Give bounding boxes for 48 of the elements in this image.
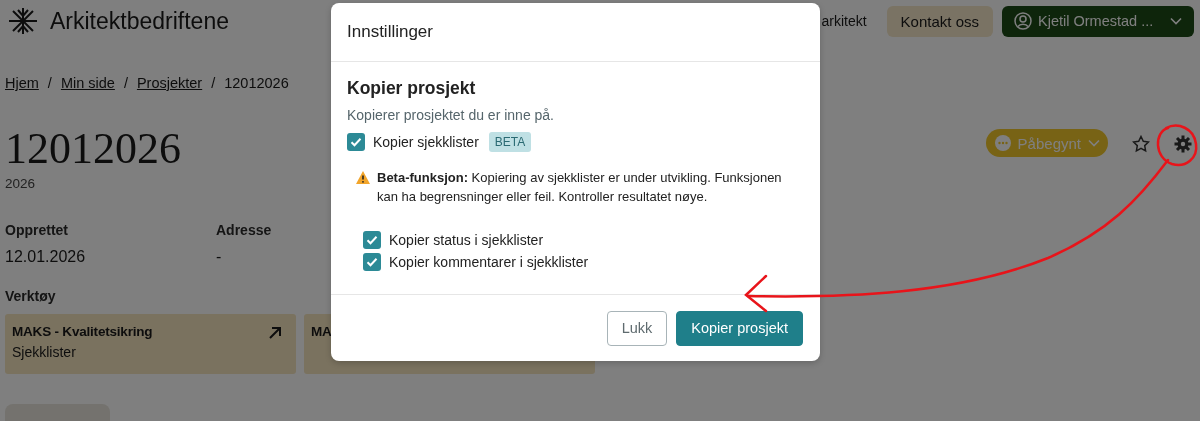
chevron-icon: [1170, 17, 1182, 25]
checkbox-label[interactable]: Kopier kommentarer i sjekklister: [389, 254, 589, 270]
contact-button[interactable]: Kontakt oss: [886, 5, 993, 37]
external-link-icon: [268, 326, 282, 340]
breadcrumb-separator: /: [211, 75, 216, 91]
star-icon: [1132, 135, 1150, 153]
section-description: Kopierer prosjektet du er inne på.: [347, 107, 555, 123]
card-title: MAKS - Kvalitetsikring: [12, 324, 153, 339]
breadcrumb-separator: /: [123, 75, 128, 91]
card-subtitle: Sjekklister: [12, 344, 76, 360]
user-menu-button[interactable]: Kjetil Ormestad ...: [1002, 5, 1194, 37]
checkbox[interactable]: [363, 231, 381, 249]
project-title: 12012026: [5, 126, 181, 172]
checkbox-label[interactable]: Kopier sjekklister: [373, 134, 479, 150]
breadcrumb-link[interactable]: Hjem: [5, 75, 39, 91]
logo-text: Arkitektbedriftene: [50, 7, 229, 35]
breadcrumb-link[interactable]: Prosjekter: [136, 75, 203, 91]
settings-icon: [1174, 135, 1192, 153]
field-label: Adresse: [216, 222, 272, 238]
beta-badge: BETA: [488, 132, 532, 152]
field-value: -: [216, 248, 222, 266]
checkbox[interactable]: [347, 133, 365, 151]
close-button[interactable]: Lukk: [606, 310, 668, 346]
checkbox-label[interactable]: Kopier status i sjekklister: [389, 232, 544, 248]
tools-heading: Verktøy: [5, 288, 56, 304]
breadcrumb-separator: /: [47, 75, 52, 91]
more-icon: [994, 135, 1011, 151]
checkmark-icon: [366, 235, 378, 245]
card-title: MA: [311, 324, 332, 339]
breadcrumb-link[interactable]: Min side: [60, 75, 115, 91]
breadcrumb-current[interactable]: 12012026: [224, 75, 289, 91]
section-title: Kopier prosjekt: [347, 78, 477, 99]
settings-button[interactable]: [1174, 135, 1192, 153]
checkbox[interactable]: [363, 253, 381, 271]
favorite-button[interactable]: [1132, 135, 1150, 153]
nav-link[interactable]: arkitekt: [821, 13, 867, 29]
warning-text: Beta-funksjon: Kopiering av sjekklister er under utvikling. Funksjonen kan ha begrensninger eller feil. Kontroller resultatet nøye.: [377, 169, 783, 206]
field-value: 12.01.2026: [5, 248, 86, 266]
project-subtitle: 2026: [5, 176, 37, 191]
checkmark-icon: [366, 257, 378, 267]
warning-icon: [355, 170, 371, 185]
field-label: Opprettet: [5, 222, 68, 238]
user-icon: [1014, 12, 1032, 30]
copy-project-button[interactable]: Kopier prosjekt: [676, 310, 803, 346]
tool-card[interactable]: MAKS - Kvalitetsikring Sjekklister: [5, 314, 296, 374]
checkmark-icon: [350, 137, 362, 147]
chevron-icon: [1088, 139, 1100, 147]
dialog-title: Innstillinger: [347, 22, 433, 42]
